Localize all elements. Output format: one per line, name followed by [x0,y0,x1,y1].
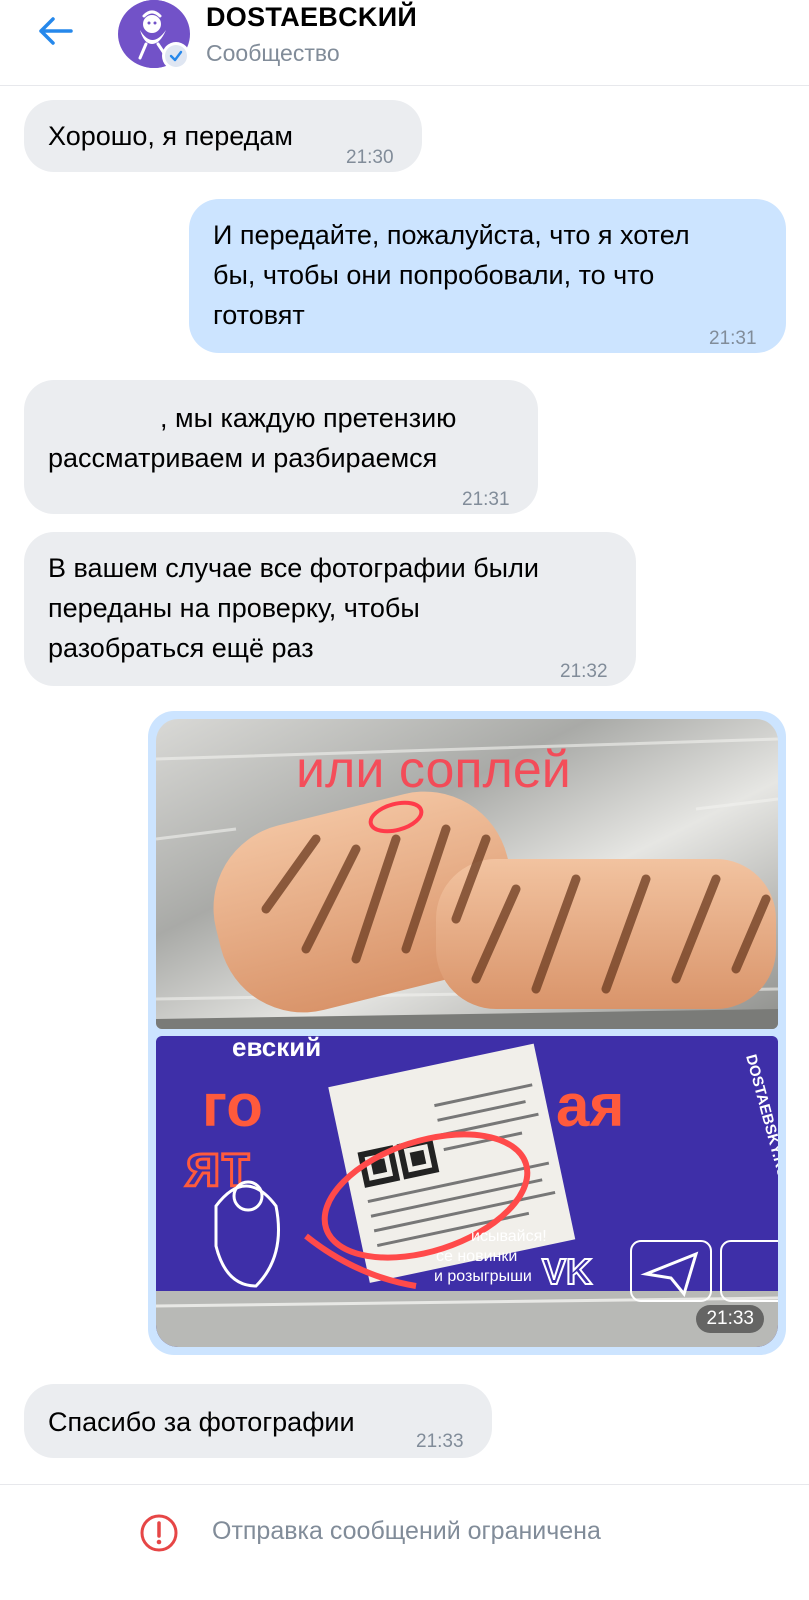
message-line: , мы каждую претензию [160,403,457,433]
promo-text: исывайся! [471,1228,547,1245]
sushi-photo-illustration: или соплей [156,719,778,1029]
message-text: Спасибо за фотографии [48,1407,355,1437]
receipt-photo-illustration: евский го ая ят DOSTAEBSKY.RU исывайся! … [156,1036,778,1347]
message-line: В вашем случае все фотографии были [48,553,539,583]
verified-badge [162,42,190,70]
chat-header: DOSTAEBCKИЙ Сообщество [0,0,809,86]
message-text: Хорошо, я передам [48,121,293,151]
community-title[interactable]: DOSTAEBCKИЙ [206,2,417,33]
promo-text: се новинки [436,1248,517,1265]
message-line: готовят [213,300,305,330]
arrow-left-icon [39,17,73,45]
back-button[interactable] [30,10,80,52]
community-avatar[interactable] [118,0,190,70]
headline-text: ая [556,1072,624,1139]
promo-text: и розыгрыши [434,1268,532,1285]
message-line: переданы на проверку, чтобы [48,593,420,623]
headline-text: ят [185,1132,250,1199]
message-bubble-incoming[interactable]: , мы каждую претензию рассматриваем и ра… [24,380,538,514]
message-bubble-incoming[interactable]: В вашем случае все фотографии были перед… [24,532,636,686]
check-icon [169,50,183,62]
message-bubble-outgoing[interactable]: И передайте, пожалуйста, что я хотел бы,… [189,199,786,353]
photo-caption: или соплей [296,741,571,799]
message-bubble-incoming[interactable]: Спасибо за фотографии 21:33 [24,1384,492,1458]
message-restriction-bar: Отправка сообщений ограничена [0,1484,809,1600]
photo-sushi-rolls[interactable]: или соплей [156,719,778,1029]
photo-message[interactable]: или соплей евский го ая ят DOSTAEBSKY.RU… [148,711,786,1355]
message-time: 21:33 [696,1305,764,1333]
headline-text: го [202,1072,263,1139]
message-bubble-incoming[interactable]: Хорошо, я передам 21:30 [24,100,422,172]
restriction-text: Отправка сообщений ограничена [212,1517,601,1545]
message-line: бы, чтобы они попробовали, то что [213,260,655,290]
alert-circle-icon [140,1514,178,1552]
message-line: И передайте, пожалуйста, что я хотел [213,220,690,250]
brand-text: евский [232,1036,321,1062]
message-line: разобраться ещё раз [48,633,314,663]
message-time: 21:31 [709,328,757,349]
vk-logo: VK [542,1251,592,1292]
photo-receipt[interactable]: евский го ая ят DOSTAEBSKY.RU исывайся! … [156,1036,778,1347]
message-time: 21:30 [346,147,394,168]
message-time: 21:31 [462,489,510,510]
message-time: 21:33 [416,1431,464,1452]
community-subtitle: Сообщество [206,40,340,66]
message-time: 21:32 [560,661,608,682]
message-line: рассматриваем и разбираемся [48,443,438,473]
